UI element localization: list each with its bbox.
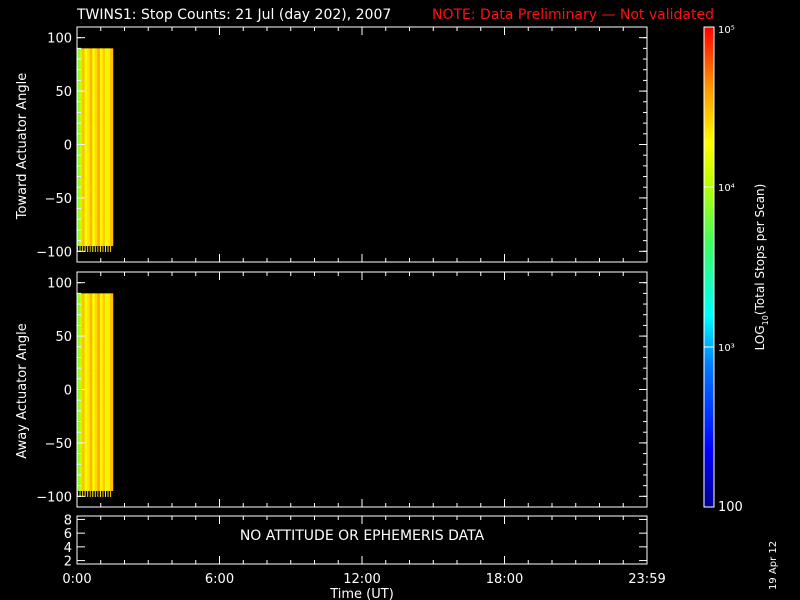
time-tick-label: 0:00	[62, 572, 91, 587]
away-heatmap-stub	[94, 490, 96, 497]
preliminary-note: NOTE: Data Preliminary — Not validated	[432, 7, 714, 23]
time-tick-label: 23:59	[628, 572, 665, 587]
toward-heatmap-cells	[77, 48, 114, 252]
away-heatmap-stub	[87, 490, 89, 497]
away-heatmap-stub	[97, 490, 99, 497]
attitude-y-tick-label: 6	[64, 527, 72, 542]
toward-heatmap-stub	[102, 245, 104, 252]
colorbar-tick-label: 10³	[718, 343, 735, 354]
away-y-tick-label: 50	[55, 330, 72, 345]
toward-heatmap-stub	[110, 245, 112, 252]
away-heatmap-stub	[99, 490, 101, 497]
colorbar-gradient	[704, 27, 714, 507]
toward-heatmap-stub	[97, 245, 99, 252]
time-tick-label: 12:00	[343, 572, 380, 587]
away-heatmap-stub	[92, 490, 94, 497]
away-heatmap-stub	[107, 490, 109, 497]
away-y-tick-label: −50	[45, 437, 72, 452]
toward-heatmap-stub	[94, 245, 96, 252]
toward-y-tick-label: −50	[45, 192, 72, 207]
toward-y-axis-label: Toward Actuator Angle	[15, 73, 30, 220]
colorbar-tick-label: 10⁵	[718, 25, 735, 36]
toward-y-tick-label: 0	[64, 139, 72, 154]
colorbar-tick-label: 10⁴	[718, 183, 735, 194]
attitude-y-tick-label: 4	[64, 541, 72, 556]
toward-heatmap-stub	[107, 245, 109, 252]
away-y-tick-label: 0	[64, 384, 72, 399]
attitude-panel: 2468 NO ATTITUDE OR EPHEMERIS DATA	[64, 513, 648, 570]
attitude-y-tick-label: 8	[64, 513, 72, 528]
no-data-annotation: NO ATTITUDE OR EPHEMERIS DATA	[240, 528, 485, 544]
away-heatmap-cells	[77, 293, 114, 497]
time-axis-label: Time (UT)	[329, 587, 394, 600]
away-panel-frame	[76, 271, 648, 508]
away-heatmap-cell	[110, 293, 114, 491]
away-heatmap-stub	[89, 490, 91, 497]
toward-x-ticks	[76, 27, 648, 262]
toward-panel-frame	[76, 26, 648, 263]
colorbar: 100 10³ 10⁴ 10⁵ LOG10(Total Stops per Scan)	[703, 25, 770, 515]
toward-y-tick-label: −100	[36, 245, 72, 260]
attitude-y-tick-label: 2	[64, 555, 72, 570]
toward-actuator-panel: −100 −50 0 50 100 Toward Actuator Angle	[15, 26, 648, 263]
toward-heatmap-stub	[99, 245, 101, 252]
away-y-ticks: −100 −50 0 50 100	[36, 271, 647, 508]
toward-heatmap-stub	[92, 245, 94, 252]
plot-canvas: −100 −50 0 50 100 Toward Actuator Angle −100…	[15, 25, 770, 600]
away-heatmap-stub	[110, 490, 112, 497]
date-stamp: 19 Apr 12	[768, 540, 779, 590]
colorbar-tick-label: 100	[718, 500, 743, 515]
time-tick-label: 6:00	[205, 572, 234, 587]
away-x-ticks	[76, 272, 648, 507]
chart-title: TWINS1: Stop Counts: 21 Jul (day 202), 2…	[77, 7, 392, 23]
toward-heatmap-stub	[87, 245, 89, 252]
away-y-tick-label: 100	[47, 277, 72, 292]
toward-y-tick-label: 100	[47, 32, 72, 47]
away-heatmap-stub	[102, 490, 104, 497]
toward-heatmap-stub	[104, 245, 106, 252]
toward-heatmap-cell	[110, 48, 114, 246]
time-axis-tick-labels: 0:00 6:00 12:00 18:00 23:59	[62, 572, 665, 587]
toward-y-ticks: −100 −50 0 50 100	[36, 26, 647, 263]
away-y-tick-label: −100	[36, 490, 72, 505]
away-y-axis-label: Away Actuator Angle	[15, 323, 30, 458]
toward-y-tick-label: 50	[55, 85, 72, 100]
toward-heatmap-stub	[89, 245, 91, 252]
away-actuator-panel: −100 −50 0 50 100 Away Actuator Angle	[15, 271, 648, 508]
colorbar-label: LOG10(Total Stops per Scan)	[753, 184, 770, 351]
away-heatmap-stub	[104, 490, 106, 497]
time-tick-label: 18:00	[486, 572, 523, 587]
